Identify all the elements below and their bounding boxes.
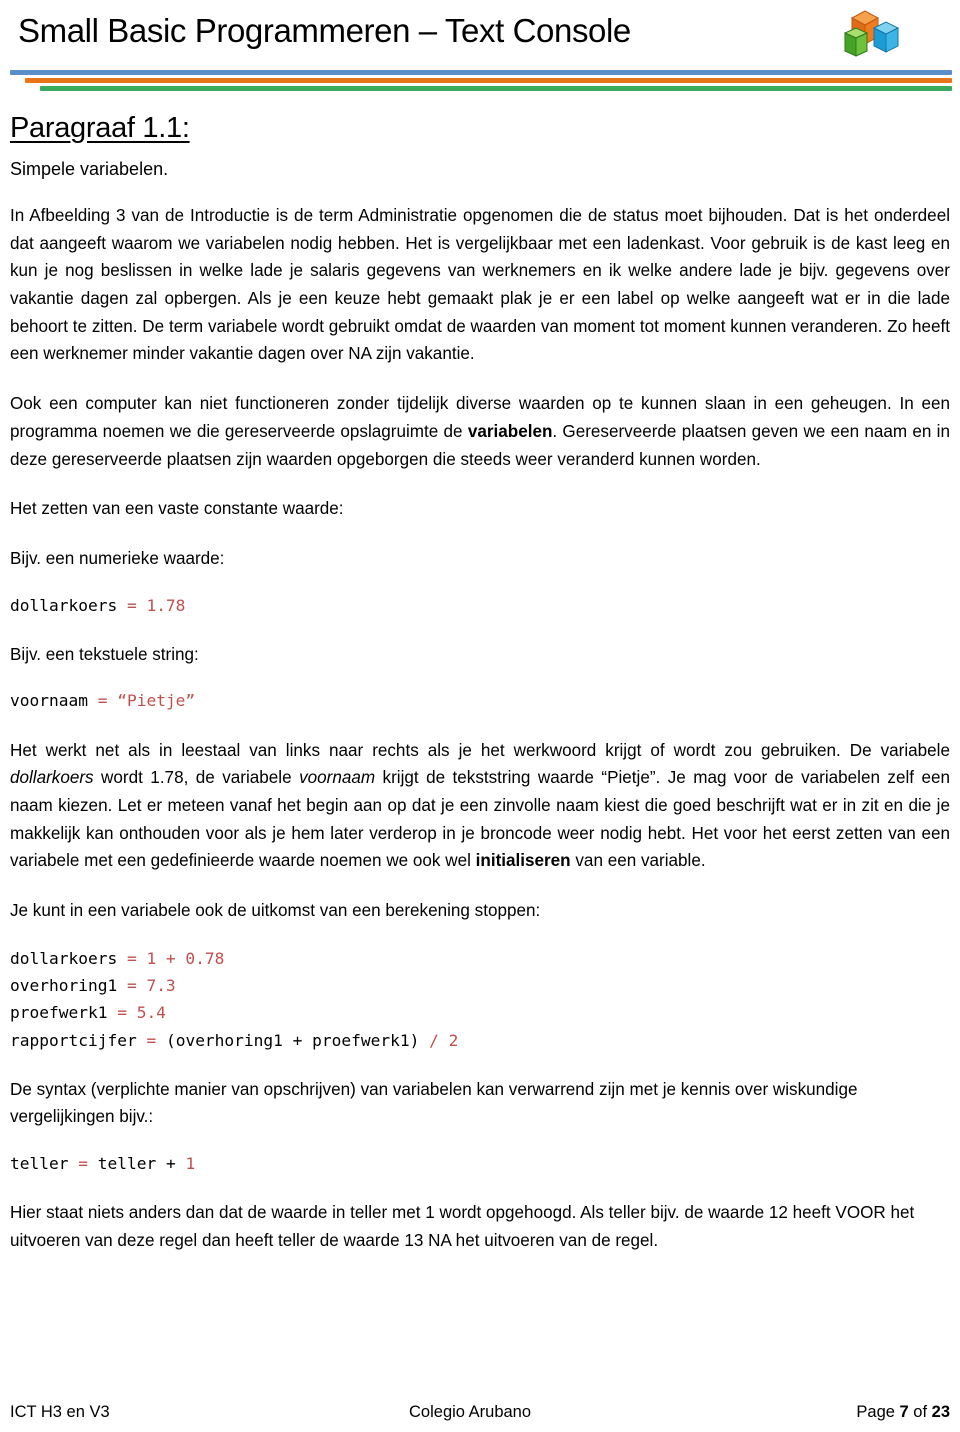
code-snippet-teller: teller = teller + 1 (10, 1151, 950, 1177)
code-line-proefwerk1: proefwerk1 = 5.4 (10, 999, 950, 1026)
code-assignment: = 1.78 (126, 595, 186, 615)
header-rules (8, 70, 952, 96)
paragraph-naming-part-d: van een variable. (570, 851, 706, 871)
small-basic-cubes-logo (838, 6, 904, 62)
footer-page-number: Page 7 of 23 (856, 1403, 950, 1422)
code-assignment: = 1 + 0.78 (126, 948, 225, 968)
code-assignment: = “Pietje” (97, 691, 196, 711)
code-var-name: voornaam (10, 691, 98, 711)
footer-current-page: 7 (899, 1403, 909, 1421)
code-line-dollarkoers: dollarkoers = 1 + 0.78 (10, 945, 950, 972)
term-variabelen: variabelen (467, 421, 553, 441)
code-snippet-dollarkoers: dollarkoers = 1.78 (10, 593, 950, 619)
footer-page-prefix: Page (856, 1403, 900, 1421)
footer-total-pages: 23 (931, 1403, 950, 1421)
section-subtitle: Simpele variabelen. (10, 159, 169, 179)
term-voornaam: voornaam (299, 768, 376, 788)
code-expression: teller + (97, 1154, 186, 1174)
page-footer: ICT H3 en V3 Colegio Arubano Page 7 of 2… (8, 1403, 952, 1422)
header-rule-blue (10, 70, 952, 75)
header-rule-green (40, 86, 952, 91)
paragraph-naming-part-a: Het werkt net als in leestaal van links … (10, 740, 950, 760)
header-rule-orange (25, 78, 952, 83)
paragraph-memory: Ook een computer kan niet functioneren z… (10, 390, 950, 473)
page-header: Small Basic Programmeren – Text Console (8, 0, 952, 72)
code-var-name: dollarkoers (10, 595, 127, 615)
paragraph-string-example-label: Bijv. een tekstuele string: (10, 644, 199, 664)
code-literal: 1 (185, 1154, 196, 1174)
code-var-name: dollarkoers (10, 948, 127, 968)
paragraph-calculation-intro: Je kunt in een variabele ook de uitkomst… (10, 901, 541, 921)
paragraph-intro: In Afbeelding 3 van de Introductie is de… (10, 206, 950, 364)
code-equals: = (146, 1030, 166, 1050)
code-assignment: = 7.3 (126, 976, 176, 996)
code-divide-operand: / 2 (429, 1030, 459, 1050)
paragraph-naming: Het werkt net als in leestaal van links … (10, 737, 950, 875)
section-heading: Paragraaf 1.1: (10, 112, 190, 144)
code-assignment: = 5.4 (117, 1003, 166, 1023)
code-equals: = (78, 1154, 98, 1174)
code-block-calculation: dollarkoers = 1 + 0.78 overhoring1 = 7.3 p… (10, 945, 950, 1054)
term-initialiseren: initialiseren (475, 851, 571, 871)
code-expression: (overhoring1 + proefwerk1) (165, 1030, 430, 1050)
paragraph-syntax: De syntax (verplichte manier van opschri… (10, 1079, 858, 1127)
paragraph-naming-part-b: wordt 1.78, de variabele (93, 768, 300, 788)
footer-page-of: of (908, 1403, 932, 1421)
document-title: Small Basic Programmeren – Text Console (18, 12, 631, 49)
code-var-name: rapportcijfer (10, 1030, 147, 1050)
footer-school-name: Colegio Arubano (409, 1403, 532, 1421)
code-line-overhoring1: overhoring1 = 7.3 (10, 972, 950, 999)
paragraph-counter-explanation: Hier staat niets anders dan dat de waard… (10, 1203, 915, 1251)
code-var-name: overhoring1 (10, 976, 127, 996)
paragraph-numeric-example-label: Bijv. een numerieke waarde: (10, 548, 225, 568)
term-dollarkoers: dollarkoers (10, 768, 94, 788)
code-var-name: teller (10, 1154, 79, 1174)
paragraph-constant-intro: Het zetten van een vaste constante waard… (10, 499, 344, 519)
document-page: Small Basic Programmeren – Text Console (0, 0, 960, 1432)
code-line-rapportcijfer: rapportcijfer = (overhoring1 + proefwerk… (10, 1027, 950, 1054)
code-var-name: proefwerk1 (10, 1003, 118, 1023)
code-snippet-voornaam: voornaam = “Pietje” (10, 688, 950, 714)
